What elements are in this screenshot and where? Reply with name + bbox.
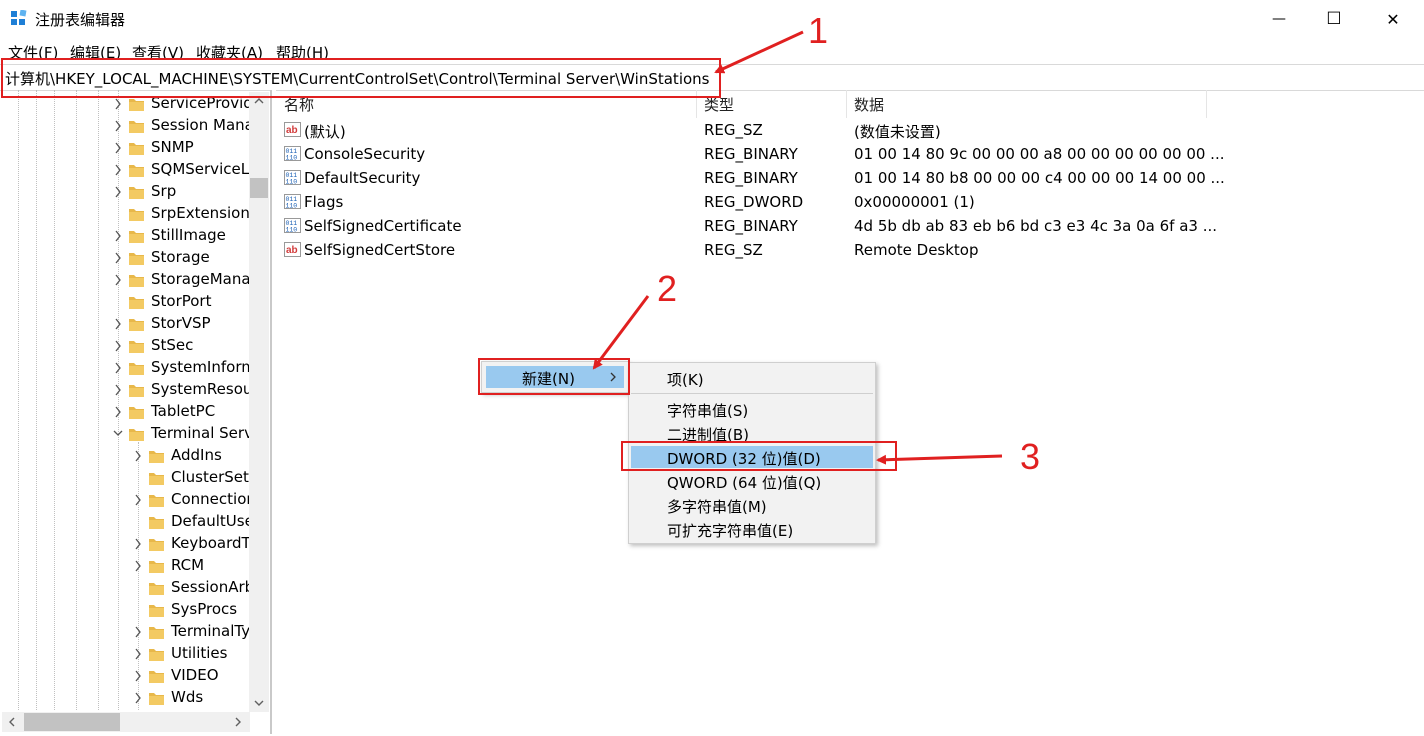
annotation-number-1: 1 [808, 10, 829, 51]
annotation-number-2: 2 [657, 268, 678, 309]
annotation-arrow-1 [714, 30, 804, 74]
annotation-arrow-3 [876, 454, 1003, 465]
annotation-number-3: 3 [1020, 436, 1041, 477]
annotation-arrow-2 [592, 295, 650, 370]
annotation-arrows [592, 30, 1003, 465]
